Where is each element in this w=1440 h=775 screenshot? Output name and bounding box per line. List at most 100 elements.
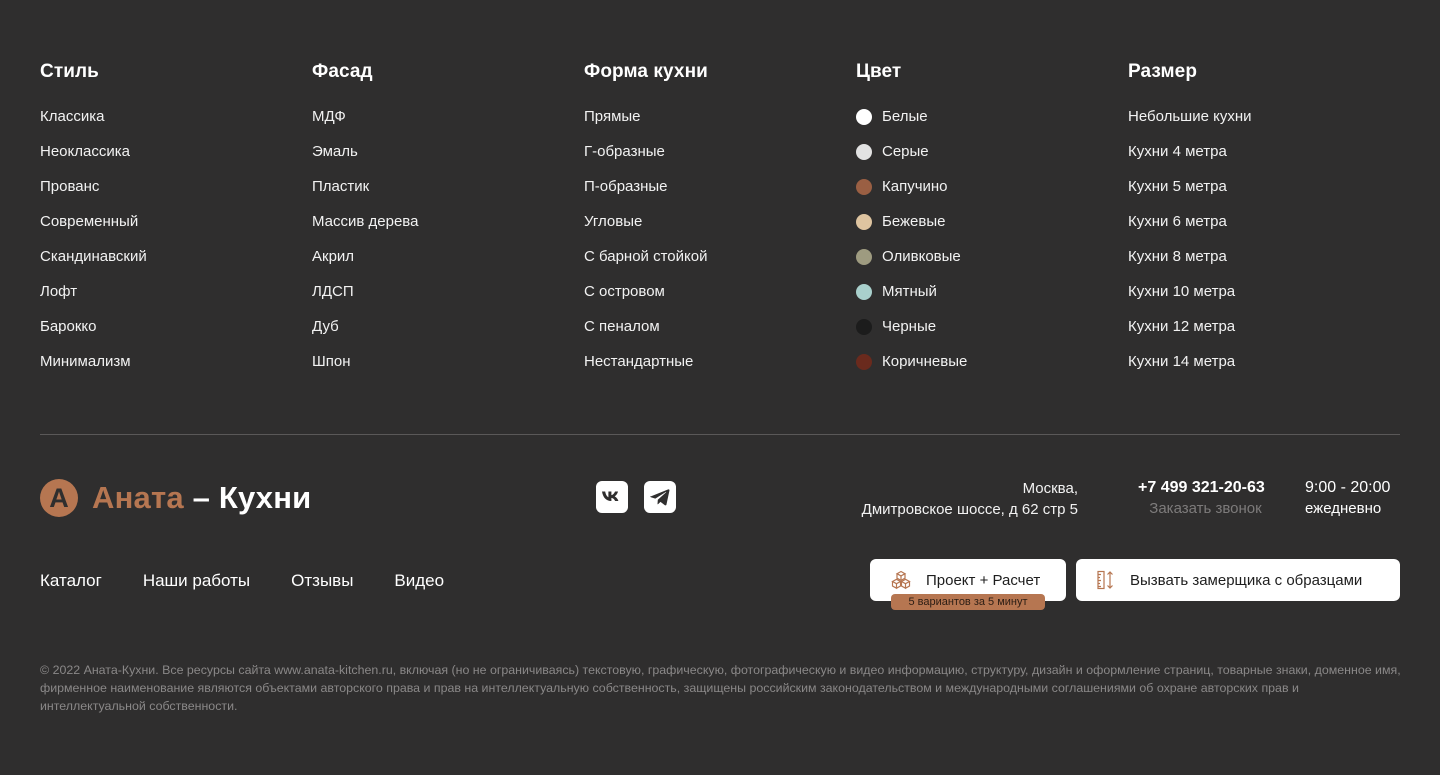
link-color-item[interactable]: Мятный: [856, 282, 1128, 317]
color-swatch: [856, 144, 872, 160]
telegram-link[interactable]: [644, 481, 676, 513]
link-facade-item[interactable]: Акрил: [312, 247, 584, 282]
link-size-item[interactable]: Кухни 6 метра: [1128, 212, 1400, 247]
nav-catalog[interactable]: Каталог: [40, 570, 102, 592]
link-size-item[interactable]: Небольшие кухни: [1128, 107, 1400, 142]
social-links: [596, 481, 692, 513]
hours-days: ежедневно: [1305, 500, 1382, 517]
link-facade-item[interactable]: МДФ: [312, 107, 584, 142]
link-shape-item[interactable]: Г-образные: [584, 142, 856, 177]
link-style-item[interactable]: Минимализм: [40, 352, 312, 387]
boxes-icon: [890, 570, 912, 590]
column-list: Прямые Г-образные П-образные Угловые С б…: [584, 107, 856, 387]
color-swatch: [856, 249, 872, 265]
column-list: МДФ Эмаль Пластик Массив дерева Акрил ЛД…: [312, 107, 584, 387]
color-swatch: [856, 109, 872, 125]
color-label: Белые: [882, 108, 928, 125]
nav-video[interactable]: Видео: [394, 570, 444, 592]
link-size-item[interactable]: Кухни 4 метра: [1128, 142, 1400, 177]
column-shape: Форма кухни Прямые Г-образные П-образные…: [584, 60, 856, 387]
link-size-item[interactable]: Кухни 14 метра: [1128, 352, 1400, 387]
call-measurer-button[interactable]: Вызвать замерщика с образцами: [1076, 559, 1400, 601]
color-swatch: [856, 319, 872, 335]
vk-link[interactable]: [596, 481, 628, 513]
color-label: Капучино: [882, 178, 948, 195]
link-color-item[interactable]: Оливковые: [856, 247, 1128, 282]
link-facade-item[interactable]: Шпон: [312, 352, 584, 387]
footer-catalog-columns: Стиль Классика Неоклассика Прованс Совре…: [40, 60, 1400, 387]
link-color-item[interactable]: Белые: [856, 107, 1128, 142]
link-color-item[interactable]: Коричневые: [856, 352, 1128, 387]
link-shape-item[interactable]: С пеналом: [584, 317, 856, 352]
ruler-icon: [1096, 570, 1116, 590]
link-shape-item[interactable]: С островом: [584, 282, 856, 317]
column-title: Размер: [1128, 61, 1198, 82]
link-color-item[interactable]: Бежевые: [856, 212, 1128, 247]
telegram-icon: [650, 489, 670, 506]
link-size-item[interactable]: Кухни 8 метра: [1128, 247, 1400, 282]
phone-link[interactable]: +7 499 321-20-63: [1138, 478, 1278, 498]
callback-link[interactable]: Заказать звонок: [1138, 498, 1273, 520]
brand-name: Аната – Кухни: [92, 480, 311, 516]
nav-reviews[interactable]: Отзывы: [291, 570, 353, 592]
phone-block: +7 499 321-20-63 Заказать звонок: [1138, 478, 1278, 520]
link-style-item[interactable]: Скандинавский: [40, 247, 312, 282]
column-title: Цвет: [856, 61, 902, 82]
address-street: Дмитровское шоссе, д 62 стр 5: [861, 501, 1078, 518]
brand-logo[interactable]: А Аната – Кухни: [40, 478, 311, 518]
column-list: Небольшие кухни Кухни 4 метра Кухни 5 ме…: [1128, 107, 1400, 387]
link-shape-item[interactable]: Прямые: [584, 107, 856, 142]
color-label: Бежевые: [882, 213, 946, 230]
link-style-item[interactable]: Лофт: [40, 282, 312, 317]
column-title: Фасад: [312, 61, 373, 82]
column-color: Цвет Белые Серые Капучино Бежевые Оливко…: [856, 60, 1128, 387]
color-label: Черные: [882, 318, 937, 335]
link-facade-item[interactable]: Пластик: [312, 177, 584, 212]
link-style-item[interactable]: Современный: [40, 212, 312, 247]
logo-mark-icon: А: [40, 479, 78, 517]
link-style-item[interactable]: Прованс: [40, 177, 312, 212]
vk-icon: [602, 491, 619, 501]
address-city: Москва,: [1022, 480, 1078, 497]
link-shape-item[interactable]: Нестандартные: [584, 352, 856, 387]
link-size-item[interactable]: Кухни 12 метра: [1128, 317, 1400, 352]
project-calc-label: Проект + Расчет: [926, 571, 1041, 589]
link-size-item[interactable]: Кухни 10 метра: [1128, 282, 1400, 317]
working-hours: 9:00 - 20:00 ежедневно: [1305, 478, 1390, 520]
color-swatch: [856, 214, 872, 230]
link-shape-item[interactable]: Угловые: [584, 212, 856, 247]
link-color-item[interactable]: Серые: [856, 142, 1128, 177]
link-facade-item[interactable]: Эмаль: [312, 142, 584, 177]
hours-time: 9:00 - 20:00: [1305, 479, 1391, 496]
link-facade-item[interactable]: ЛДСП: [312, 282, 584, 317]
address-block: Москва, Дмитровское шоссе, д 62 стр 5: [862, 478, 1078, 520]
link-facade-item[interactable]: Дуб: [312, 317, 584, 352]
link-color-item[interactable]: Капучино: [856, 177, 1128, 212]
color-swatch: [856, 354, 872, 370]
color-label: Серые: [882, 143, 929, 160]
column-list: Белые Серые Капучино Бежевые Оливковые М…: [856, 107, 1128, 387]
link-shape-item[interactable]: П-образные: [584, 177, 856, 212]
brand-name-accent: Аната: [92, 480, 184, 515]
brand-name-rest: – Кухни: [183, 480, 312, 515]
link-style-item[interactable]: Барокко: [40, 317, 312, 352]
column-title: Форма кухни: [584, 61, 708, 82]
link-facade-item[interactable]: Массив дерева: [312, 212, 584, 247]
link-size-item[interactable]: Кухни 5 метра: [1128, 177, 1400, 212]
color-label: Коричневые: [882, 353, 968, 370]
column-facade: Фасад МДФ Эмаль Пластик Массив дерева Ак…: [312, 60, 584, 387]
nav-our-works[interactable]: Наши работы: [143, 570, 250, 592]
link-color-item[interactable]: Черные: [856, 317, 1128, 352]
column-list: Классика Неоклассика Прованс Современный…: [40, 107, 312, 387]
call-measurer-label: Вызвать замерщика с образцами: [1130, 571, 1363, 589]
project-badge: 5 вариантов за 5 минут: [891, 594, 1045, 610]
column-title: Стиль: [40, 61, 99, 82]
link-shape-item[interactable]: С барной стойкой: [584, 247, 856, 282]
column-style: Стиль Классика Неоклассика Прованс Совре…: [40, 60, 312, 387]
link-style-item[interactable]: Классика: [40, 107, 312, 142]
footer-divider: [40, 434, 1400, 435]
footer-nav: Каталог Наши работы Отзывы Видео: [40, 570, 485, 592]
color-swatch: [856, 179, 872, 195]
link-style-item[interactable]: Неоклассика: [40, 142, 312, 177]
color-swatch: [856, 284, 872, 300]
